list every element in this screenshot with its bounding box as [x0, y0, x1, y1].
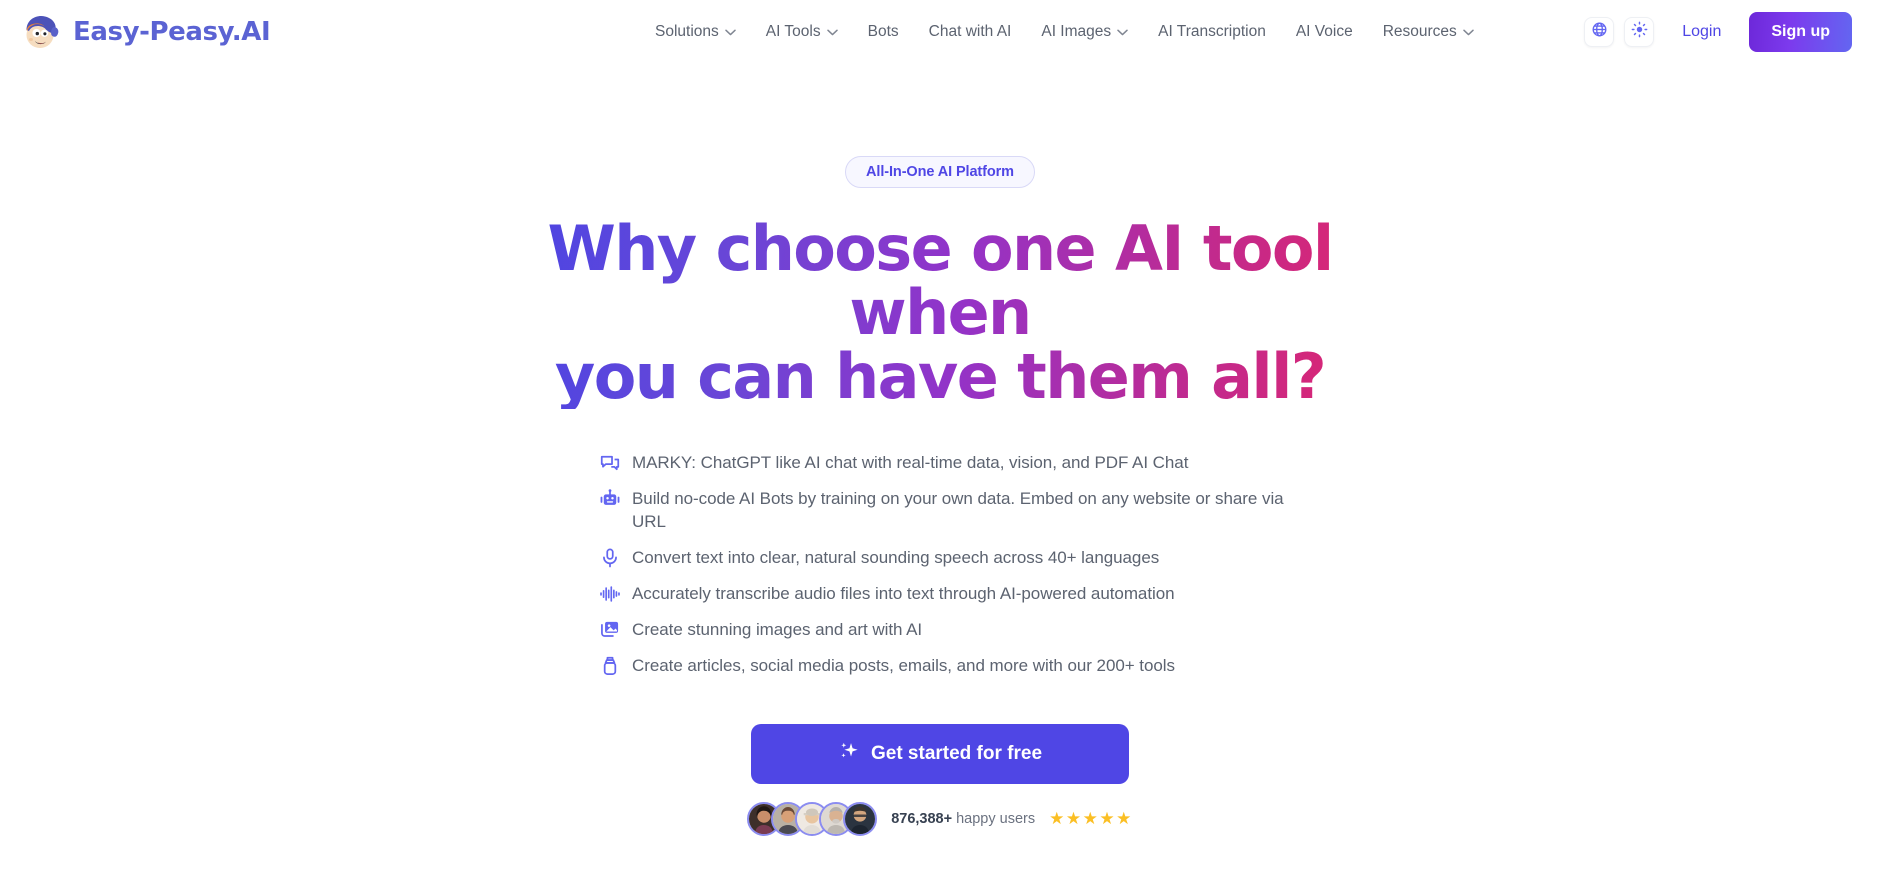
nav-item-ai-transcription[interactable]: AI Transcription — [1143, 15, 1281, 49]
feature-item: Accurately transcribe audio files into t… — [599, 582, 1299, 605]
nav-label: AI Tools — [765, 23, 821, 40]
header-actions: Login Sign up — [1584, 12, 1852, 52]
audio-waveform-icon — [599, 582, 621, 605]
nav-label: Bots — [867, 23, 899, 40]
feature-item: Create articles, social media posts, ema… — [599, 654, 1299, 677]
chevron-down-icon — [1117, 29, 1128, 36]
ink-bottle-icon — [599, 654, 621, 677]
page-title: Why choose one AI tool when you can have… — [490, 217, 1390, 409]
brand-logo[interactable]: Easy-Peasy.AI — [18, 11, 271, 53]
cta-label: Get started for free — [870, 743, 1043, 765]
chevron-down-icon — [1463, 29, 1474, 36]
nav-label: Resources — [1382, 23, 1457, 40]
images-icon — [599, 618, 621, 641]
robot-icon — [599, 487, 621, 510]
nav-item-bots[interactable]: Bots — [853, 15, 914, 49]
social-proof-text: 876,388+ happy users — [891, 811, 1035, 827]
chevron-down-icon — [725, 29, 736, 36]
feature-text: Create articles, social media posts, ema… — [632, 656, 1175, 676]
theme-toggle-button[interactable] — [1624, 17, 1655, 47]
nav-label: AI Voice — [1295, 23, 1353, 40]
nav-label: AI Transcription — [1158, 23, 1266, 40]
feature-text: Accurately transcribe audio files into t… — [632, 584, 1175, 604]
nav-label: AI Images — [1041, 23, 1112, 40]
cta-area: Get started for free 876,388+ happy user… — [747, 724, 1133, 837]
feature-text: MARKY: ChatGPT like AI chat with real-ti… — [632, 452, 1189, 472]
avatar-group — [747, 802, 878, 837]
nav-item-solutions[interactable]: Solutions — [640, 15, 751, 49]
feature-item: MARKY: ChatGPT like AI chat with real-ti… — [599, 451, 1299, 474]
feature-item: Convert text into clear, natural soundin… — [599, 546, 1299, 569]
brand-name: Easy-Peasy.AI — [73, 17, 271, 47]
globe-icon — [1591, 21, 1608, 43]
sparkles-icon — [838, 740, 860, 768]
star-rating: ★★★★★ — [1049, 809, 1133, 829]
avatar — [843, 802, 878, 837]
nav-label: Chat with AI — [928, 23, 1012, 40]
nav-item-ai-tools[interactable]: AI Tools — [751, 15, 853, 49]
nav-item-ai-images[interactable]: AI Images — [1026, 15, 1143, 49]
happy-users-count: 876,388+ — [891, 811, 953, 828]
social-proof: 876,388+ happy users ★★★★★ — [747, 802, 1133, 837]
headline-line-2: you can have them all? — [554, 339, 1326, 413]
microphone-icon — [599, 546, 621, 569]
feature-list: MARKY: ChatGPT like AI chat with real-ti… — [599, 451, 1299, 691]
happy-users-label: happy users — [956, 811, 1036, 828]
feature-text: Create stunning images and art with AI — [632, 620, 923, 640]
nav-item-ai-voice[interactable]: AI Voice — [1281, 15, 1368, 49]
get-started-button[interactable]: Get started for free — [751, 724, 1129, 785]
feature-item: Create stunning images and art with AI — [599, 618, 1299, 641]
platform-badge: All-In-One AI Platform — [845, 156, 1035, 188]
hero-section: All-In-One AI Platform Why choose one AI… — [0, 64, 1880, 837]
nav-label: Solutions — [655, 23, 719, 40]
site-header: Easy-Peasy.AI Solutions AI Tools Bots Ch… — [0, 0, 1880, 64]
signup-button[interactable]: Sign up — [1749, 12, 1852, 52]
chevron-down-icon — [826, 29, 838, 36]
language-selector-button[interactable] — [1584, 17, 1615, 47]
headline-line-1: Why choose one AI tool when — [547, 212, 1333, 349]
main-navigation: Solutions AI Tools Bots Chat with AI AI … — [640, 15, 1489, 49]
nav-item-resources[interactable]: Resources — [1368, 15, 1489, 49]
mascot-face-icon — [18, 11, 64, 53]
feature-text: Convert text into clear, natural soundin… — [632, 547, 1160, 567]
sun-icon — [1631, 21, 1648, 43]
feature-item: Build no-code AI Bots by training on you… — [599, 487, 1299, 533]
nav-item-chat-with-ai[interactable]: Chat with AI — [914, 15, 1027, 49]
feature-text: Build no-code AI Bots by training on you… — [632, 488, 1284, 531]
chat-bubbles-icon — [599, 451, 621, 474]
login-link[interactable]: Login — [1664, 15, 1739, 49]
